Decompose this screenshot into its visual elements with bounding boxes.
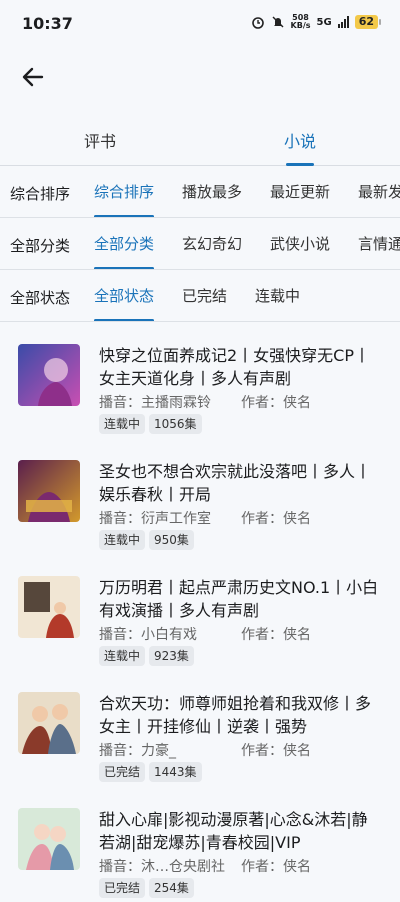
status-badge: 已完结 <box>99 762 146 782</box>
tab-novel[interactable]: 小说 <box>284 128 316 152</box>
status-badge: 连载中 <box>99 646 146 666</box>
category-option-wuxia[interactable]: 武侠小说 <box>270 218 330 269</box>
book-narrator: 播音：主播雨霖铃 <box>99 395 211 411</box>
book-tags: 已完结 1443集 <box>99 762 202 782</box>
app-bar <box>0 48 400 110</box>
sort-options: 综合排序 播放最多 最近更新 最新发布 <box>94 166 400 217</box>
episode-count-badge: 1443集 <box>149 762 202 782</box>
category-filter-label: 全部分类 <box>10 237 71 255</box>
status-badge: 连载中 <box>99 530 146 550</box>
status-badge: 连载中 <box>99 414 146 434</box>
book-tags: 连载中 950集 <box>99 530 194 550</box>
status-filter-label: 全部状态 <box>10 289 71 307</box>
status-option-all[interactable]: 全部状态 <box>94 270 155 321</box>
episode-count-badge: 923集 <box>149 646 194 666</box>
book-title: 甜入心扉|影视动漫原著|心念&沐若|静若湖|甜宠爆苏|青春校园|VIP <box>99 810 368 852</box>
book-item[interactable]: 万历明君丨起点严肃历史文NO.1丨小白有戏演播丨多人有声剧 播音：小白有戏 作者… <box>0 554 400 670</box>
book-item[interactable]: 圣女也不想合欢宗就此没落吧丨多人丨娱乐春秋丨开局 播音：衍声工作室 作者：侠名 … <box>0 438 400 554</box>
category-filter-row: 全部分类 全部分类 玄幻奇幻 武侠小说 言情通俗 <box>0 218 400 270</box>
book-cover <box>18 808 80 870</box>
status-option-completed[interactable]: 已完结 <box>182 270 227 321</box>
book-tags: 连载中 923集 <box>99 646 194 666</box>
network-type: 5G <box>316 16 332 28</box>
book-cover <box>18 576 80 638</box>
status-bar: 10:37 508 KB/s 5G 62 <box>0 0 400 48</box>
battery-indicator: 62 <box>354 15 382 29</box>
category-option-fantasy[interactable]: 玄幻奇幻 <box>182 218 242 269</box>
book-item[interactable]: 合欢天功：师尊师姐抢着和我双修丨多女主丨开挂修仙丨逆袭丨强势 播音：力豪_ 作者… <box>0 670 400 786</box>
status-badge: 已完结 <box>99 878 146 898</box>
book-tags: 连载中 1056集 <box>99 414 202 434</box>
back-arrow-icon[interactable] <box>18 62 48 92</box>
book-narrator: 播音：力豪_ <box>99 743 176 759</box>
episode-count-badge: 1056集 <box>149 414 202 434</box>
book-cover <box>18 692 80 754</box>
category-option-romance[interactable]: 言情通俗 <box>358 218 400 269</box>
mute-icon <box>272 16 284 28</box>
book-author: 作者：侠名 <box>241 859 311 875</box>
sort-option-most-played[interactable]: 播放最多 <box>182 166 242 217</box>
book-cover <box>18 344 80 406</box>
status-option-ongoing[interactable]: 连载中 <box>255 270 300 321</box>
sort-option-comprehensive[interactable]: 综合排序 <box>94 166 155 217</box>
book-item[interactable]: 快穿之位面养成记2丨女强快穿无CP丨女主天道化身丨多人有声剧 播音：主播雨霖铃 … <box>0 322 400 438</box>
book-title: 圣女也不想合欢宗就此没落吧丨多人丨娱乐春秋丨开局 <box>99 462 372 504</box>
tab-pingshu[interactable]: 评书 <box>84 128 116 152</box>
book-narrator: 播音：沐…仓央剧社 <box>99 859 225 875</box>
alarm-icon <box>251 17 264 29</box>
sort-filter-label: 综合排序 <box>10 185 71 203</box>
book-title: 万历明君丨起点严肃历史文NO.1丨小白有戏演播丨多人有声剧 <box>99 578 379 620</box>
book-author: 作者：侠名 <box>241 511 311 527</box>
episode-count-badge: 950集 <box>149 530 194 550</box>
sort-option-newest[interactable]: 最新发布 <box>358 166 400 217</box>
book-cover <box>18 460 80 522</box>
book-title: 合欢天功：师尊师姐抢着和我双修丨多女主丨开挂修仙丨逆袭丨强势 <box>99 694 372 736</box>
book-author: 作者：侠名 <box>241 743 311 759</box>
status-options: 全部状态 已完结 连载中 <box>94 270 300 321</box>
book-author: 作者：侠名 <box>241 627 311 643</box>
sort-option-recently-updated[interactable]: 最近更新 <box>270 166 330 217</box>
category-option-all[interactable]: 全部分类 <box>94 218 155 269</box>
net-speed: 508 KB/s <box>290 13 311 30</box>
book-tags: 已完结 254集 <box>99 878 194 898</box>
book-list: 快穿之位面养成记2丨女强快穿无CP丨女主天道化身丨多人有声剧 播音：主播雨霖铃 … <box>0 322 400 902</box>
book-item[interactable]: 甜入心扉|影视动漫原著|心念&沐若|静若湖|甜宠爆苏|青春校园|VIP 播音：沐… <box>0 786 400 902</box>
book-narrator: 播音：小白有戏 <box>99 627 197 643</box>
status-icons: 508 KB/s 5G 62 <box>251 13 382 30</box>
status-filter-row: 全部状态 全部状态 已完结 连载中 <box>0 270 400 322</box>
sort-filter-row: 综合排序 综合排序 播放最多 最近更新 最新发布 <box>0 166 400 218</box>
book-narrator: 播音：衍声工作室 <box>99 511 211 527</box>
category-options: 全部分类 玄幻奇幻 武侠小说 言情通俗 <box>94 218 400 269</box>
category-tabs: 评书 小说 <box>0 110 400 166</box>
book-author: 作者：侠名 <box>241 395 311 411</box>
status-time: 10:37 <box>22 14 73 33</box>
episode-count-badge: 254集 <box>149 878 194 898</box>
signal-icon <box>337 16 349 28</box>
book-title: 快穿之位面养成记2丨女强快穿无CP丨女主天道化身丨多人有声剧 <box>99 346 371 388</box>
